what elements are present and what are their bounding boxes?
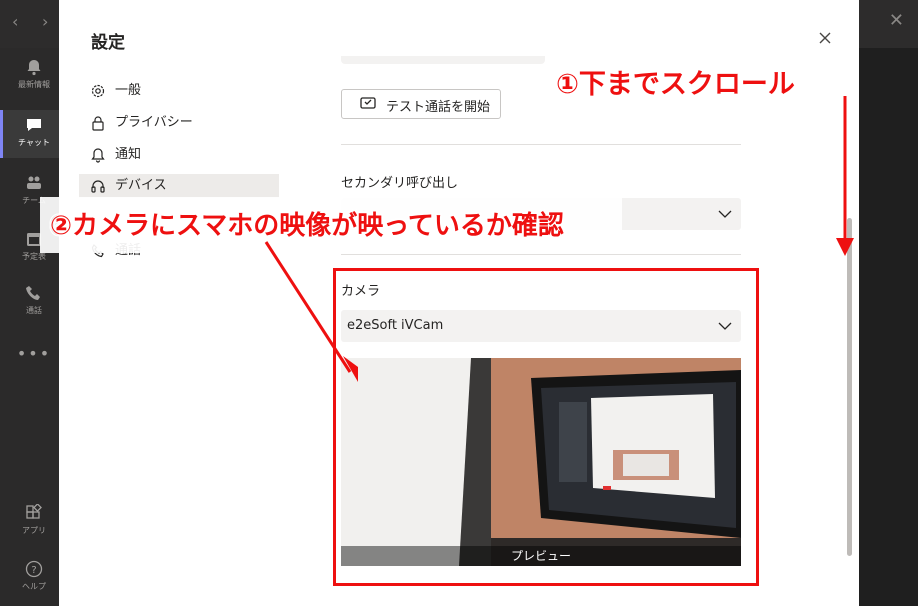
nav-label: 一般: [115, 83, 142, 98]
rail-more-icon[interactable]: •••: [0, 344, 68, 364]
nav-label: デバイス: [115, 178, 167, 193]
nav-item-privacy[interactable]: プライバシー: [79, 112, 279, 134]
nav-label: プライバシー: [115, 115, 193, 130]
test-call-label: テスト通話を開始: [386, 100, 491, 115]
forward-arrow-icon[interactable]: ›: [42, 12, 48, 31]
close-icon[interactable]: [815, 28, 835, 48]
rail-item-calls[interactable]: 通話: [0, 284, 68, 324]
dialog-title: 設定: [91, 33, 125, 53]
app-rail: 最新情報 チャット チーム 予定表 通話 ••• アプリ ? ヘルプ: [0, 48, 68, 606]
headset-icon: [91, 180, 105, 193]
divider: [341, 254, 741, 255]
teams-icon: [27, 176, 41, 189]
help-icon: ?: [25, 560, 43, 578]
nav-item-general[interactable]: 一般: [79, 80, 279, 102]
annotation-step-1: ①下までスクロール: [556, 69, 795, 100]
back-arrow-icon[interactable]: ‹: [12, 12, 18, 31]
scrollbar-thumb[interactable]: [847, 218, 852, 556]
window-close-icon[interactable]: ✕: [889, 10, 904, 31]
phone-icon: [26, 286, 40, 300]
test-call-button[interactable]: テスト通話を開始: [341, 89, 501, 119]
nav-item-devices[interactable]: デバイス: [79, 174, 279, 198]
bell-icon: [27, 60, 41, 76]
rail-item-chat[interactable]: チャット: [0, 110, 68, 158]
call-test-icon: [360, 97, 376, 109]
gear-icon: [91, 84, 105, 98]
scrolled-control-remnant: [341, 56, 545, 64]
nav-item-notifications[interactable]: 通知: [79, 144, 279, 166]
rail-item-help[interactable]: ? ヘルプ: [0, 560, 68, 600]
rail-label: ヘルプ: [22, 582, 46, 591]
divider: [341, 144, 741, 145]
chevron-down-icon: [718, 210, 732, 218]
chat-icon: [27, 119, 41, 131]
nav-label: 通知: [115, 147, 142, 162]
rail-label: 最新情報: [18, 80, 50, 89]
rail-label: チャット: [18, 138, 50, 147]
secondary-ringer-label: セカンダリ呼び出し: [341, 176, 459, 191]
svg-text:?: ?: [31, 565, 36, 576]
apps-icon: [26, 504, 42, 519]
annotation-step-2: ②カメラにスマホの映像が映っているか確認: [50, 211, 564, 241]
background-chat-area: [859, 48, 918, 606]
rail-item-activity[interactable]: 最新情報: [0, 58, 68, 106]
rail-item-apps[interactable]: アプリ: [0, 504, 68, 544]
camera-highlight-box: [333, 268, 759, 586]
rail-label: 通話: [26, 306, 42, 315]
rail-label: アプリ: [22, 526, 46, 535]
lock-icon: [92, 116, 104, 131]
bell-icon: [91, 148, 105, 163]
